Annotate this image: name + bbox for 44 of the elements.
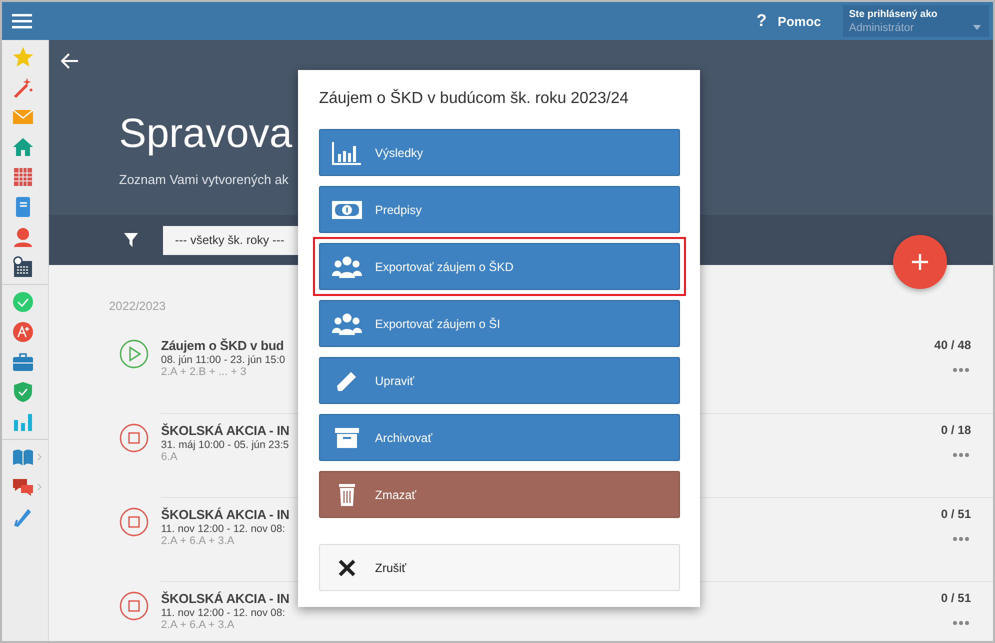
stop-icon	[119, 507, 149, 537]
event-dates: 11. nov 12:00 - 12. nov 08:	[161, 523, 286, 535]
caret-icon	[973, 25, 981, 30]
play-icon	[119, 339, 149, 369]
dialog-title: Záujem o ŠKD v budúcom šk. roku 2023/24	[319, 90, 630, 108]
event-dates: 08. jún 11:00 - 23. jún 15:0	[161, 354, 286, 366]
user-dropdown[interactable]: Ste prihlásený ako Administrátor	[843, 5, 989, 37]
charges-button[interactable]: Predpisy	[319, 186, 680, 233]
people-icon	[332, 312, 362, 336]
response-count: 0 / 18	[940, 423, 971, 437]
export-button[interactable]: Exportovať záujem o ŠI	[319, 300, 680, 347]
back-arrow-icon[interactable]	[61, 53, 79, 69]
filter-icon	[124, 233, 138, 247]
event-classes: 2.A + 6.A + 3.A	[161, 619, 236, 631]
more-icon[interactable]	[953, 368, 969, 372]
more-icon[interactable]	[953, 621, 969, 625]
archive-box-icon	[332, 426, 362, 450]
plus-icon	[912, 254, 928, 270]
event-dates: 31. máj 10:00 - 05. jún 23:5	[161, 439, 290, 451]
response-count: 40 / 48	[934, 338, 971, 352]
people-icon	[332, 254, 362, 278]
bar-chart-icon	[332, 140, 362, 164]
stop-icon	[119, 591, 149, 621]
event-classes: 2.A + 2.B + ... + 3	[161, 366, 248, 378]
event-dates: 11. nov 12:00 - 12. nov 08:	[161, 607, 286, 619]
page-subtitle: Zoznam Vami vytvorených ak	[119, 172, 289, 187]
edit-button[interactable]: Upraviť	[319, 357, 680, 404]
more-icon[interactable]	[953, 537, 969, 541]
delete-button[interactable]: Zmazať	[319, 471, 680, 518]
menu-icon[interactable]	[12, 12, 34, 30]
event-classes: 2.A + 6.A + 3.A	[161, 535, 236, 547]
response-count: 0 / 51	[940, 591, 971, 605]
group-heading: 2022/2023	[109, 299, 167, 313]
archive-button[interactable]: Archivovať	[319, 414, 680, 461]
page-title: Spravova	[119, 110, 292, 157]
stop-icon	[119, 423, 149, 453]
results-button[interactable]: Výsledky	[319, 129, 680, 176]
export-button[interactable]: Exportovať záujem o ŠKD	[319, 243, 680, 290]
more-icon[interactable]	[953, 453, 969, 457]
add-button[interactable]	[893, 235, 947, 289]
event-classes: 6.A	[161, 451, 179, 463]
cancel-button[interactable]: Zrušiť	[319, 544, 680, 591]
help-link[interactable]: ? Pomoc	[756, 11, 821, 31]
response-count: 0 / 51	[940, 507, 971, 521]
